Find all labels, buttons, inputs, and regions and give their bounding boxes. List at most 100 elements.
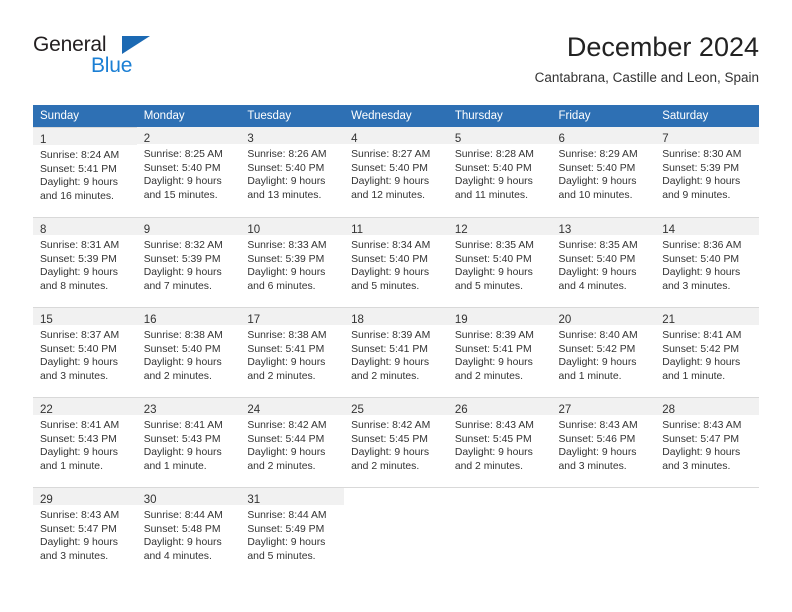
- sunset-text: Sunset: 5:45 PM: [454, 433, 532, 445]
- calendar-day[interactable]: 6 Sunrise: 8:29 AM Sunset: 5:40 PM Daylight…: [551, 127, 656, 217]
- calendar-cell: 22 Sunrise: 8:41 AM Sunset: 5:43 PM Dayligh…: [33, 397, 137, 487]
- day-number-band: [344, 488, 448, 505]
- daylight-text: Daylight: 9 hours and 3 minutes.: [662, 267, 741, 292]
- sunset-text: Sunset: 5:43 PM: [143, 433, 221, 445]
- daylight-text: Daylight: 9 hours and 1 minute.: [40, 447, 118, 472]
- day-number-band: [552, 488, 656, 505]
- day-number-band: 25: [344, 398, 448, 416]
- calendar-body: 1 Sunrise: 8:24 AM Sunset: 5:41 PM Daylight…: [33, 127, 759, 577]
- day-number: 16: [143, 314, 157, 326]
- sunset-text: Sunset: 5:42 PM: [662, 343, 740, 355]
- sunrise-text: Sunrise: 8:43 AM: [454, 420, 534, 431]
- daylight-text: Daylight: 9 hours and 2 minutes.: [247, 357, 326, 382]
- sunset-text: Sunset: 5:40 PM: [558, 253, 636, 265]
- sunset-text: Sunset: 5:47 PM: [662, 433, 740, 445]
- day-number: 7: [662, 133, 669, 145]
- sunrise-text: Sunrise: 8:30 AM: [662, 149, 742, 160]
- day-number: 20: [558, 314, 572, 326]
- daylight-text: Daylight: 9 hours and 2 minutes.: [454, 447, 533, 472]
- calendar-day[interactable]: 13 Sunrise: 8:35 AM Sunset: 5:40 PM Dayligh…: [551, 217, 656, 307]
- sunrise-text: Sunrise: 8:41 AM: [662, 330, 742, 341]
- day-number-band: 7: [655, 127, 759, 145]
- day-sun-info: Sunrise: 8:38 AM Sunset: 5:41 PM Daylight:…: [240, 325, 344, 383]
- day-number: 5: [454, 133, 462, 145]
- title-block: December 2024 Cantabrana, Castille and L…: [535, 30, 759, 88]
- calendar-day[interactable]: 31 Sunrise: 8:44 AM Sunset: 5:49 PM Dayligh…: [240, 487, 345, 577]
- calendar-day[interactable]: 29 Sunrise: 8:43 AM Sunset: 5:47 PM Dayligh…: [33, 487, 137, 577]
- calendar-day[interactable]: 23 Sunrise: 8:41 AM Sunset: 5:43 PM Dayligh…: [136, 397, 241, 487]
- day-number-band: [655, 488, 759, 505]
- day-number: 22: [40, 404, 53, 416]
- calendar-day[interactable]: 20 Sunrise: 8:40 AM Sunset: 5:42 PM Dayligh…: [551, 307, 656, 397]
- day-sun-info: Sunrise: 8:25 AM Sunset: 5:40 PM Daylight:…: [137, 144, 241, 202]
- sunrise-text: Sunrise: 8:35 AM: [558, 240, 638, 251]
- day-sun-info: Sunrise: 8:40 AM Sunset: 5:42 PM Daylight:…: [552, 325, 656, 383]
- calendar-day[interactable]: 1 Sunrise: 8:24 AM Sunset: 5:41 PM Daylight…: [33, 127, 137, 217]
- calendar-day[interactable]: 2 Sunrise: 8:25 AM Sunset: 5:40 PM Daylight…: [136, 127, 241, 217]
- day-number: 19: [454, 314, 468, 326]
- calendar-cell: 1 Sunrise: 8:24 AM Sunset: 5:41 PM Daylight…: [33, 127, 137, 217]
- calendar-day[interactable]: 4 Sunrise: 8:27 AM Sunset: 5:40 PM Daylight…: [344, 127, 448, 217]
- calendar-day[interactable]: 11 Sunrise: 8:34 AM Sunset: 5:40 PM Dayligh…: [344, 217, 448, 307]
- weekday-header-monday: Monday: [136, 105, 241, 127]
- day-number-band: 17: [240, 308, 345, 326]
- calendar-day[interactable]: 28 Sunrise: 8:43 AM Sunset: 5:47 PM Dayligh…: [655, 397, 759, 487]
- calendar-day[interactable]: 8 Sunrise: 8:31 AM Sunset: 5:39 PM Daylight…: [33, 217, 137, 307]
- sunset-text: Sunset: 5:40 PM: [40, 343, 117, 355]
- calendar-cell: 27 Sunrise: 8:43 AM Sunset: 5:46 PM Dayligh…: [551, 397, 656, 487]
- calendar-day[interactable]: 15 Sunrise: 8:37 AM Sunset: 5:40 PM Dayligh…: [33, 307, 137, 397]
- day-number-band: 9: [136, 218, 241, 236]
- calendar-day[interactable]: 25 Sunrise: 8:42 AM Sunset: 5:45 PM Dayligh…: [344, 397, 448, 487]
- calendar-day[interactable]: 3 Sunrise: 8:26 AM Sunset: 5:40 PM Daylight…: [240, 127, 345, 217]
- calendar-day-empty: [447, 487, 552, 577]
- calendar-cell: [344, 487, 448, 577]
- calendar-cell: 4 Sunrise: 8:27 AM Sunset: 5:40 PM Daylight…: [344, 127, 448, 217]
- calendar-cell: [551, 487, 656, 577]
- sunset-text: Sunset: 5:40 PM: [143, 162, 221, 174]
- calendar-day[interactable]: 26 Sunrise: 8:43 AM Sunset: 5:45 PM Dayligh…: [447, 397, 552, 487]
- day-sun-info: Sunrise: 8:43 AM Sunset: 5:47 PM Daylight:…: [655, 415, 759, 473]
- calendar-cell: 25 Sunrise: 8:42 AM Sunset: 5:45 PM Dayligh…: [344, 397, 448, 487]
- brand-name-blue: Blue: [91, 54, 133, 77]
- daylight-text: Daylight: 9 hours and 4 minutes.: [143, 537, 222, 562]
- calendar-day[interactable]: 27 Sunrise: 8:43 AM Sunset: 5:46 PM Dayligh…: [551, 397, 656, 487]
- day-number-band: 29: [33, 488, 137, 506]
- calendar-cell: [655, 487, 759, 577]
- calendar-day[interactable]: 19 Sunrise: 8:39 AM Sunset: 5:41 PM Dayligh…: [447, 307, 552, 397]
- calendar-cell: 31 Sunrise: 8:44 AM Sunset: 5:49 PM Dayligh…: [240, 487, 345, 577]
- calendar-day[interactable]: 24 Sunrise: 8:42 AM Sunset: 5:44 PM Dayligh…: [240, 397, 345, 487]
- day-number: 21: [662, 314, 676, 326]
- calendar-day[interactable]: 12 Sunrise: 8:35 AM Sunset: 5:40 PM Dayligh…: [447, 217, 552, 307]
- day-sun-info: Sunrise: 8:44 AM Sunset: 5:49 PM Daylight:…: [240, 505, 344, 563]
- calendar-day[interactable]: 16 Sunrise: 8:38 AM Sunset: 5:40 PM Dayligh…: [136, 307, 241, 397]
- calendar-day[interactable]: 30 Sunrise: 8:44 AM Sunset: 5:48 PM Dayligh…: [136, 487, 241, 577]
- calendar-day[interactable]: 18 Sunrise: 8:39 AM Sunset: 5:41 PM Dayligh…: [344, 307, 448, 397]
- day-sun-info: Sunrise: 8:27 AM Sunset: 5:40 PM Daylight:…: [344, 144, 448, 202]
- daylight-text: Daylight: 9 hours and 13 minutes.: [247, 176, 326, 201]
- calendar-cell: 20 Sunrise: 8:40 AM Sunset: 5:42 PM Dayligh…: [551, 307, 656, 397]
- sunrise-text: Sunrise: 8:44 AM: [247, 510, 327, 521]
- calendar-day[interactable]: 21 Sunrise: 8:41 AM Sunset: 5:42 PM Dayligh…: [655, 307, 759, 397]
- daylight-text: Daylight: 9 hours and 10 minutes.: [558, 176, 637, 201]
- day-sun-info: Sunrise: 8:42 AM Sunset: 5:44 PM Daylight:…: [240, 415, 344, 473]
- sunrise-text: Sunrise: 8:32 AM: [143, 240, 223, 251]
- day-sun-info: Sunrise: 8:31 AM Sunset: 5:39 PM Daylight:…: [33, 235, 137, 293]
- day-sun-info: Sunrise: 8:26 AM Sunset: 5:40 PM Daylight:…: [240, 144, 344, 202]
- calendar-day[interactable]: 10 Sunrise: 8:33 AM Sunset: 5:39 PM Dayligh…: [240, 217, 345, 307]
- calendar-day[interactable]: 22 Sunrise: 8:41 AM Sunset: 5:43 PM Dayligh…: [33, 397, 137, 487]
- calendar-week-row: 8 Sunrise: 8:31 AM Sunset: 5:39 PM Daylight…: [33, 217, 759, 307]
- sunrise-text: Sunrise: 8:43 AM: [40, 510, 120, 521]
- calendar-day[interactable]: 7 Sunrise: 8:30 AM Sunset: 5:39 PM Daylight…: [655, 127, 759, 217]
- day-number-band: 8: [33, 218, 137, 236]
- day-number: 26: [454, 404, 468, 416]
- day-number-band: 2: [136, 127, 241, 145]
- calendar-cell: 29 Sunrise: 8:43 AM Sunset: 5:47 PM Dayligh…: [33, 487, 137, 577]
- calendar-day[interactable]: 14 Sunrise: 8:36 AM Sunset: 5:40 PM Dayligh…: [655, 217, 759, 307]
- brand-logo[interactable]: General Blue: [33, 33, 213, 83]
- calendar-day[interactable]: 17 Sunrise: 8:38 AM Sunset: 5:41 PM Dayligh…: [240, 307, 345, 397]
- sunset-text: Sunset: 5:40 PM: [351, 162, 428, 174]
- day-sun-info: Sunrise: 8:43 AM Sunset: 5:46 PM Daylight:…: [552, 415, 656, 473]
- calendar-day[interactable]: 9 Sunrise: 8:32 AM Sunset: 5:39 PM Daylight…: [136, 217, 241, 307]
- calendar-day[interactable]: 5 Sunrise: 8:28 AM Sunset: 5:40 PM Daylight…: [447, 127, 552, 217]
- calendar-cell: 11 Sunrise: 8:34 AM Sunset: 5:40 PM Dayligh…: [344, 217, 448, 307]
